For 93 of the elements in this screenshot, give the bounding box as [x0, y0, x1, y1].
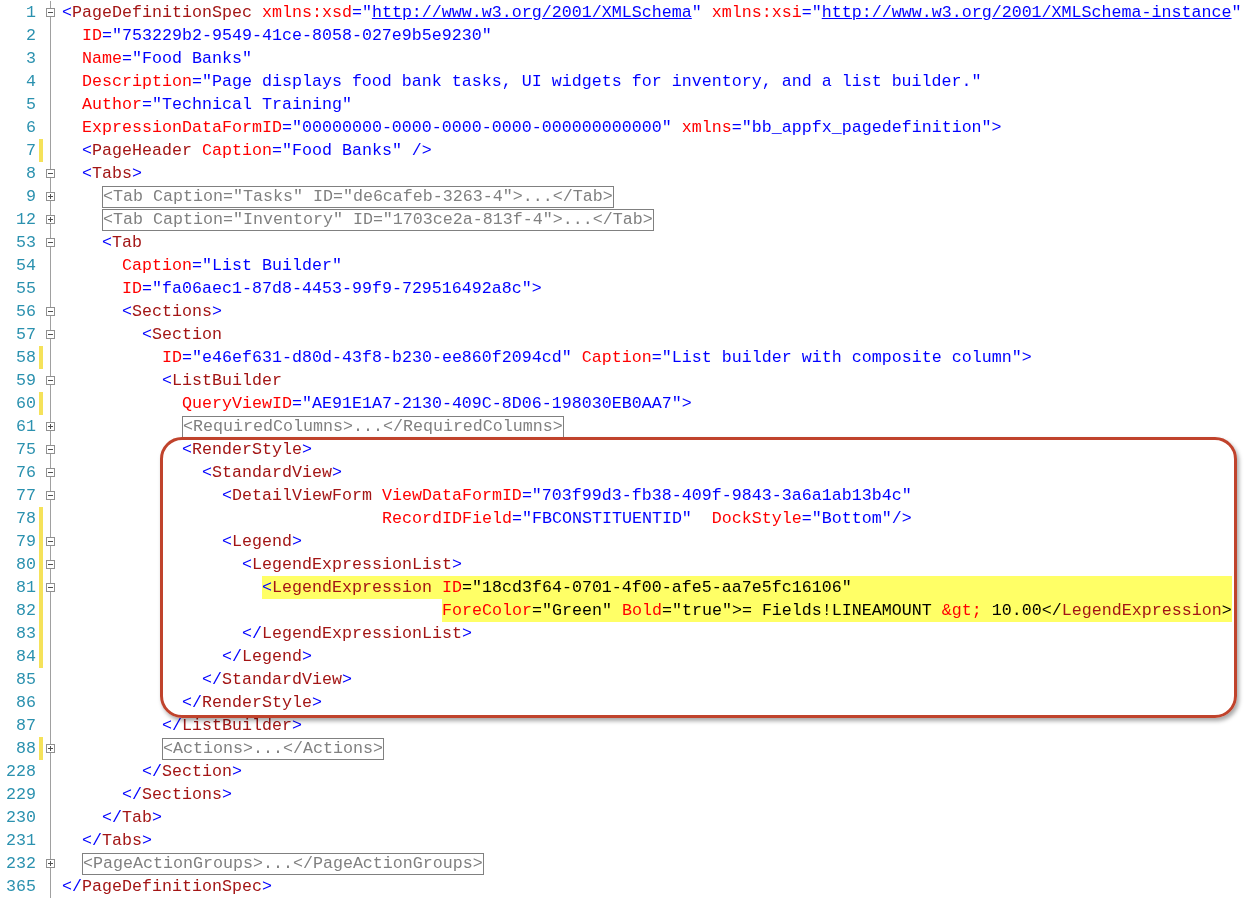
- collapsed-region[interactable]: <PageActionGroups>...</PageActionGroups>: [82, 852, 484, 875]
- code-line: <ListBuilder: [162, 370, 282, 392]
- code-line: </Section>: [142, 761, 242, 783]
- code-line: </RenderStyle>: [182, 692, 322, 714]
- line-number: 88: [15, 738, 36, 760]
- collapse-icon[interactable]: [46, 376, 55, 385]
- code-line: Caption="List Builder": [122, 255, 342, 277]
- line-number: 78: [15, 508, 36, 530]
- line-number: 365: [5, 876, 36, 898]
- line-number: 228: [5, 761, 36, 783]
- line-number: 85: [15, 669, 36, 691]
- line-number: 79: [15, 531, 36, 553]
- code-line: </StandardView>: [202, 669, 352, 691]
- collapse-icon[interactable]: [46, 468, 55, 477]
- collapse-icon[interactable]: [46, 307, 55, 316]
- code-line: <StandardView>: [202, 462, 342, 484]
- line-number: 83: [15, 623, 36, 645]
- code-line: </Sections>: [122, 784, 232, 806]
- line-number: 81: [15, 577, 36, 599]
- code-line: <Tab: [102, 232, 142, 254]
- code-line: ID="e46ef631-d80d-43f8-b230-ee860f2094cd" Caption="List builder with composite column">: [162, 347, 1032, 369]
- code-line: </Tabs>: [82, 830, 152, 852]
- collapse-icon[interactable]: [46, 583, 55, 592]
- line-number: 7: [25, 140, 36, 162]
- line-number: 232: [5, 853, 36, 875]
- line-number: 56: [15, 301, 36, 323]
- collapsed-region[interactable]: <Tab Caption="Inventory" ID="1703ce2a-813f-4">...</Tab>: [102, 208, 654, 231]
- code-line: <Section: [142, 324, 222, 346]
- code-line: <RenderStyle>: [182, 439, 312, 461]
- code-line: ExpressionDataFormID="00000000-0000-0000-0000-000000000000" xmlns="bb_appfx_pagedefinition">: [82, 117, 1002, 139]
- line-number: 9: [25, 186, 36, 208]
- code-line: <LegendExpressionList>: [242, 554, 462, 576]
- line-number: 58: [15, 347, 36, 369]
- code-line: Name="Food Banks": [82, 48, 252, 70]
- expand-icon[interactable]: [46, 859, 55, 868]
- code-line: <Legend>: [222, 531, 302, 553]
- code-line: <PageDefinitionSpec xmlns:xsd="http://www.w3.org/2001/XMLSchema" xmlns:xsi="http://www.w3.org/2001/XMLSchema-instance": [62, 2, 1242, 24]
- line-number: 1: [25, 2, 36, 24]
- line-number: 80: [15, 554, 36, 576]
- code-line: </LegendExpressionList>: [242, 623, 472, 645]
- expand-icon[interactable]: [46, 422, 55, 431]
- line-number: 57: [15, 324, 36, 346]
- code-line: <DetailViewForm ViewDataFormID="703f99d3-fb38-409f-9843-3a6a1ab13b4c": [222, 485, 912, 507]
- line-number: 76: [15, 462, 36, 484]
- collapsed-region[interactable]: <Tab Caption="Tasks" ID="de6cafeb-3263-4">...</Tab>: [102, 185, 614, 208]
- collapse-icon[interactable]: [46, 8, 55, 17]
- code-line: ID="fa06aec1-87d8-4453-99f9-729516492a8c">: [122, 278, 542, 300]
- line-number: 229: [5, 784, 36, 806]
- collapse-icon[interactable]: [46, 330, 55, 339]
- collapsed-region[interactable]: <RequiredColumns>...</RequiredColumns>: [182, 415, 564, 438]
- line-number: 53: [15, 232, 36, 254]
- collapse-icon[interactable]: [46, 560, 55, 569]
- code-line: RecordIDField="FBCONSTITUENTID" DockStyle="Bottom"/>: [382, 508, 912, 530]
- line-number: 60: [15, 393, 36, 415]
- line-number: 230: [5, 807, 36, 829]
- code-line: </PageDefinitionSpec>: [62, 876, 272, 898]
- line-number: 5: [25, 94, 36, 116]
- code-line: </ListBuilder>: [162, 715, 302, 737]
- line-number: 75: [15, 439, 36, 461]
- line-number: 82: [15, 600, 36, 622]
- collapse-icon[interactable]: [46, 491, 55, 500]
- line-number: 61: [15, 416, 36, 438]
- code-line: Author="Technical Training": [82, 94, 352, 116]
- line-number: 231: [5, 830, 36, 852]
- line-number: 2: [25, 25, 36, 47]
- line-number: 8: [25, 163, 36, 185]
- line-number: 3: [25, 48, 36, 70]
- expand-icon[interactable]: [46, 744, 55, 753]
- code-line: Description="Page displays food bank tasks, UI widgets for inventory, and a list builder.": [82, 71, 982, 93]
- expand-icon[interactable]: [46, 215, 55, 224]
- code-line: </Legend>: [222, 646, 312, 668]
- code-line: <Tabs>: [82, 163, 142, 185]
- code-line: ID="753229b2-9549-41ce-8058-027e9b5e9230": [82, 25, 492, 47]
- collapse-icon[interactable]: [46, 537, 55, 546]
- line-number: 84: [15, 646, 36, 668]
- line-number: 55: [15, 278, 36, 300]
- expand-icon[interactable]: [46, 192, 55, 201]
- line-number: 54: [15, 255, 36, 277]
- collapsed-region[interactable]: <Actions>...</Actions>: [162, 737, 384, 760]
- code-line: <Sections>: [122, 301, 222, 323]
- line-number: 6: [25, 117, 36, 139]
- collapse-icon[interactable]: [46, 445, 55, 454]
- line-number: 4: [25, 71, 36, 93]
- code-line: </Tab>: [102, 807, 162, 829]
- collapse-icon[interactable]: [46, 238, 55, 247]
- line-number: 87: [15, 715, 36, 737]
- line-number: 77: [15, 485, 36, 507]
- collapse-icon[interactable]: [46, 169, 55, 178]
- line-number: 12: [15, 209, 36, 231]
- line-number: 86: [15, 692, 36, 714]
- line-number: 59: [15, 370, 36, 392]
- code-line: <PageHeader Caption="Food Banks" />: [82, 140, 432, 162]
- code-line: QueryViewID="AE91E1A7-2130-409C-8D06-198030EB0AA7">: [182, 393, 692, 415]
